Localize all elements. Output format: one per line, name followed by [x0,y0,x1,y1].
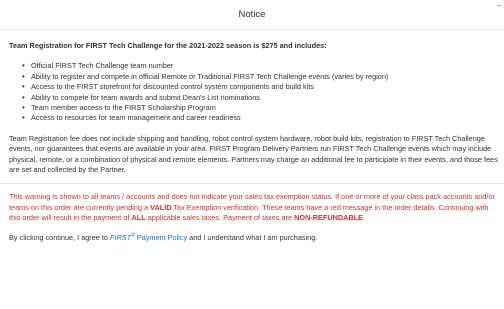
consent-prefix: By clicking continue, I agree to [9,232,110,242]
dialog-body: Team Registration for FIRST Tech Challen… [0,41,504,243]
bullet-icon: • [22,102,25,112]
list-item: • Team member access to the FIRST Scholar… [22,102,504,113]
list-item: • Official FIRST Tech Challenge team numb… [22,61,504,71]
feature-text: Official FIRST Tech Challenge team numbe… [31,61,174,71]
warning-all: ALL [131,213,146,223]
list-item: • Access to resources for team management… [22,113,504,123]
bullet-icon: • [22,71,25,81]
warning-non-refundable: NON-REFUNDABLE [294,213,364,223]
list-item: • Ability to compete for team awards and … [22,92,504,103]
dialog-header: Notice – [0,0,504,30]
warning-text: . [363,213,366,223]
list-item: • Ability to register and compete in offi… [22,71,504,82]
first-label: FIRST [110,232,132,242]
divider [0,183,504,185]
registration-intro: Team Registration for FIRST Tech Challen… [9,41,327,50]
feature-text: Team member access to the FIRST Scholars… [31,102,216,112]
tax-warning: This warning is shown to all teams / acc… [9,192,501,223]
feature-list: • Official FIRST Tech Challenge team numb… [9,61,504,123]
consent-statement: By clicking continue, I agree to FIRST® … [9,233,504,243]
feature-text: Access to the FIRST storefront for disco… [31,82,314,92]
dialog-title: Notice [238,9,266,20]
fee-disclaimer: Team Registration fee does not include s… [9,133,498,174]
warning-valid: VALID [150,202,172,212]
list-item: • Access to the FIRST storefront for disc… [22,82,504,92]
bullet-icon: • [22,61,25,71]
payment-policy-link[interactable]: FIRST® Payment Policy [110,233,187,242]
bullet-icon: • [22,82,25,92]
warning-text: applicable sales taxes. Payment of taxes… [145,213,295,223]
feature-text: Ability to compete for team awards and s… [31,92,260,102]
feature-text: Ability to register and compete in offic… [31,71,389,81]
bullet-icon: • [22,92,25,102]
bullet-icon: • [22,113,25,123]
close-icon[interactable]: – [497,2,501,9]
payment-policy-label: Payment Policy [134,232,188,242]
consent-suffix: and I understand what I am purchasing. [187,232,318,242]
feature-text: Access to resources for team management … [31,113,241,123]
notice-dialog: Notice – Team Registration for FIRST Tec… [0,0,504,309]
